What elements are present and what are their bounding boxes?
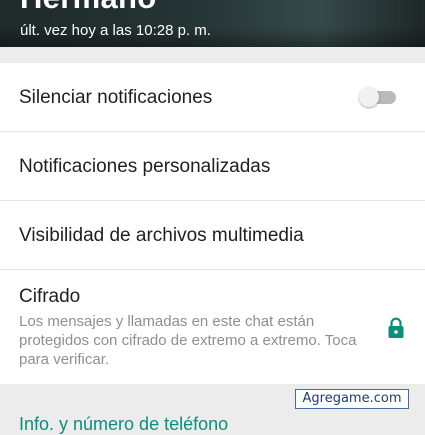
encryption-description: Los mensajes y llamadas en este chat est… <box>19 313 357 368</box>
custom-notifications-label: Notificaciones personalizadas <box>19 156 271 177</box>
mute-notifications-label: Silenciar notificaciones <box>19 87 213 108</box>
media-visibility-label: Visibilidad de archivos multimedia <box>19 225 304 246</box>
mute-notifications-toggle[interactable] <box>359 87 397 107</box>
watermark: Agregame.com <box>295 389 409 409</box>
toggle-thumb <box>359 87 379 107</box>
contact-name: Hermano <box>20 0 156 16</box>
lock-icon <box>388 317 404 338</box>
chat-settings-card: Silenciar notificaciones Notificaciones … <box>0 63 425 384</box>
encryption-row[interactable]: Cifrado Los mensajes y llamadas en este … <box>0 270 425 384</box>
media-visibility-row[interactable]: Visibilidad de archivos multimedia <box>0 201 425 270</box>
mute-notifications-row[interactable]: Silenciar notificaciones <box>0 63 425 132</box>
last-seen-status: últ. vez hoy a las 10:28 p. m. <box>20 22 211 39</box>
contact-header: Hermano últ. vez hoy a las 10:28 p. m. <box>0 0 425 47</box>
encryption-label: Cifrado <box>19 286 81 307</box>
custom-notifications-row[interactable]: Notificaciones personalizadas <box>0 132 425 201</box>
